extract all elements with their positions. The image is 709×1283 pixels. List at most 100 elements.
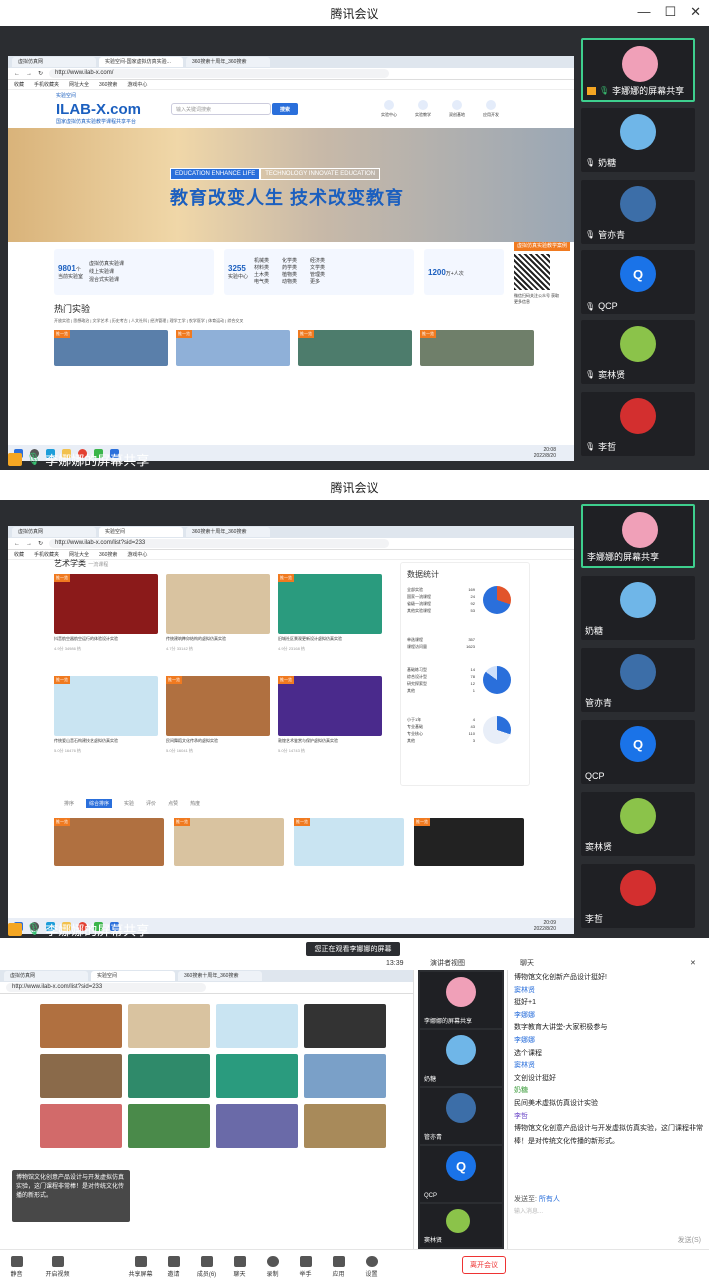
category-link[interactable]: 更多: [310, 279, 338, 286]
members-button[interactable]: 成员(6): [190, 1255, 223, 1278]
browser-tab[interactable]: 虚拟仿真网: [4, 971, 88, 981]
participant-tile[interactable]: 🎙 李哲: [581, 392, 695, 456]
category-link[interactable]: 电气类: [254, 279, 282, 286]
participant-tile[interactable]: 李娜娜的屏幕共享: [420, 972, 502, 1028]
course-card[interactable]: [40, 1104, 122, 1148]
sort-option[interactable]: 实验: [124, 800, 134, 807]
record-button[interactable]: 录制: [256, 1255, 289, 1278]
leave-meeting-button[interactable]: 离开会议: [462, 1256, 506, 1274]
participant-tile[interactable]: Q QCP: [420, 1146, 502, 1202]
send-button[interactable]: 发送(S): [678, 1235, 701, 1245]
mute-button[interactable]: 静音: [0, 1255, 33, 1278]
course-card[interactable]: 推一览 旧城社区景观更新设计虚拟仿真实验 4.9分 23168 热: [278, 574, 382, 652]
course-card[interactable]: 推一览 敦煌艺术鉴赏与保护虚拟仿真实验 5.0分 14743 热: [278, 676, 382, 754]
bookmark-item[interactable]: 网址大全: [69, 81, 89, 88]
url-input[interactable]: http://www.ilab-x.com/list?sid=233: [49, 539, 390, 548]
bookmark-item[interactable]: 游戏中心: [127, 81, 147, 88]
apps-button[interactable]: 应用: [322, 1255, 355, 1278]
section-subtitle[interactable]: 一流课程: [88, 562, 108, 568]
course-card[interactable]: [304, 1054, 386, 1098]
sort-option[interactable]: 点赞: [168, 800, 178, 807]
course-card[interactable]: 推一览: [54, 330, 168, 366]
search-button[interactable]: 搜索: [272, 103, 299, 115]
forward-icon[interactable]: →: [26, 71, 32, 77]
category-link[interactable]: 动物类: [282, 279, 310, 286]
back-icon[interactable]: ←: [14, 71, 20, 77]
category-link[interactable]: 机械类: [254, 258, 282, 265]
nav-item[interactable]: 实验中心: [381, 100, 397, 118]
participant-tile[interactable]: Q QCP: [581, 720, 695, 784]
chat-button[interactable]: 聊天: [223, 1255, 256, 1278]
forward-icon[interactable]: →: [26, 541, 32, 547]
category-link[interactable]: 土木类: [254, 272, 282, 279]
browser-tab[interactable]: 360搜索十周年_360搜索: [178, 971, 262, 981]
chat-popup[interactable]: 博物馆文化创意产品设计与开发虚拟仿真实验，这门课程非常棒！是对传统文化传播的新形…: [12, 1170, 130, 1222]
stat-item[interactable]: 混合式实验课: [89, 276, 124, 284]
bookmark-item[interactable]: 360搜索: [99, 551, 117, 558]
course-card[interactable]: [128, 1004, 210, 1048]
category-link[interactable]: 经济类: [310, 258, 338, 265]
url-input[interactable]: http://www.ilab-x.com/: [49, 69, 390, 78]
browser-tab[interactable]: 实验空间: [99, 527, 183, 537]
course-card[interactable]: 推一览: [420, 330, 534, 366]
participant-tile[interactable]: 李哲: [581, 864, 695, 928]
category-link[interactable]: 材料类: [254, 265, 282, 272]
browser-tab[interactable]: 360搜索十周年_360搜索: [186, 57, 270, 67]
send-to[interactable]: 发送至: 所有人: [514, 1194, 560, 1204]
share-screen-button[interactable]: 共享屏幕: [124, 1255, 157, 1278]
participant-tile[interactable]: 奶糖: [581, 576, 695, 640]
close-button[interactable]: ✕: [690, 4, 701, 20]
course-card[interactable]: 推一览: [54, 818, 164, 866]
participant-tile[interactable]: 🎙 管亦青: [581, 180, 695, 244]
bookmark-item[interactable]: 收藏: [14, 81, 24, 88]
sort-option[interactable]: 热度: [190, 800, 200, 807]
course-card[interactable]: 推一览 民间舞蹈文化传承的虚拟实验 5.0分 16041 热: [166, 676, 270, 754]
category-link[interactable]: 化学类: [282, 258, 310, 265]
nav-item[interactable]: 应用开发: [483, 100, 499, 118]
nav-item[interactable]: 双创基地: [449, 100, 465, 118]
video-button[interactable]: 开启视频: [41, 1255, 74, 1278]
course-card[interactable]: [216, 1004, 298, 1048]
participant-tile[interactable]: 🎙 奶糖: [581, 108, 695, 172]
category-link[interactable]: 植物类: [282, 272, 310, 279]
course-card[interactable]: 推一览: [298, 330, 412, 366]
participant-tile[interactable]: 🎙 窦林贤: [581, 320, 695, 384]
participant-tile[interactable]: 管亦青: [420, 1088, 502, 1144]
category-link[interactable]: 管理类: [310, 272, 338, 279]
sort-option-active[interactable]: 综合排序: [86, 798, 113, 808]
bookmark-item[interactable]: 360搜索: [99, 81, 117, 88]
course-card[interactable]: 推一览 传统瓷山音石构建技艺虚拟仿真实验 5.0分 16476 热: [54, 676, 158, 754]
course-card[interactable]: [40, 1054, 122, 1098]
hero-banner[interactable]: EDUCATION ENHANCE LIFE TECHNOLOGY INNOVA…: [8, 128, 574, 242]
minimize-button[interactable]: —: [637, 4, 650, 20]
course-card[interactable]: [304, 1104, 386, 1148]
invite-button[interactable]: 邀请: [157, 1255, 190, 1278]
course-card[interactable]: 推一览 抖音航空器航空运行的体验设计实验 4.9分 34986 热: [54, 574, 158, 652]
refresh-icon[interactable]: ↻: [38, 540, 43, 547]
course-card[interactable]: [128, 1104, 210, 1148]
browser-tab[interactable]: 实验空间: [91, 971, 175, 981]
bookmark-item[interactable]: 游戏中心: [127, 551, 147, 558]
course-card[interactable]: 传统建筑榫卯结构的虚拟仿真实验 4.7分 33142 热: [166, 574, 270, 652]
chat-input[interactable]: 输入消息...: [514, 1206, 543, 1215]
browser-tab[interactable]: 虚拟仿真网: [12, 57, 96, 67]
course-card[interactable]: [216, 1054, 298, 1098]
stat-item[interactable]: 线上实验课: [89, 268, 124, 276]
site-logo[interactable]: 实验空间 ILAB-X.com 国家虚拟仿真实验教学课程共享平台: [56, 90, 141, 129]
refresh-icon[interactable]: ↻: [38, 70, 43, 77]
watching-banner[interactable]: 您正在观看李娜娜的屏幕: [306, 942, 400, 956]
browser-tab[interactable]: 实验空间-国家虚拟仿真实验...: [99, 57, 183, 67]
settings-button[interactable]: 设置: [355, 1255, 388, 1278]
course-card[interactable]: 推一览: [414, 818, 524, 866]
url-input[interactable]: http://www.ilab-x.com/list?sid=233: [6, 983, 206, 992]
bookmark-item[interactable]: 网址大全: [69, 551, 89, 558]
course-card[interactable]: 推一览: [174, 818, 284, 866]
participant-tile[interactable]: 李娜娜的屏幕共享: [581, 504, 695, 568]
hot-categories[interactable]: 开放实验 | 思想政治 | 文学艺术 | 历史考古 | 人文社科 | 经济管理 …: [8, 318, 574, 324]
raise-hand-button[interactable]: 举手: [289, 1255, 322, 1278]
course-card[interactable]: [304, 1004, 386, 1048]
participant-tile[interactable]: 窦林贤: [581, 792, 695, 856]
participant-tile[interactable]: Q 🎙 QCP: [581, 250, 695, 314]
course-card[interactable]: [40, 1004, 122, 1048]
browser-tab[interactable]: 虚拟仿真网: [12, 527, 96, 537]
